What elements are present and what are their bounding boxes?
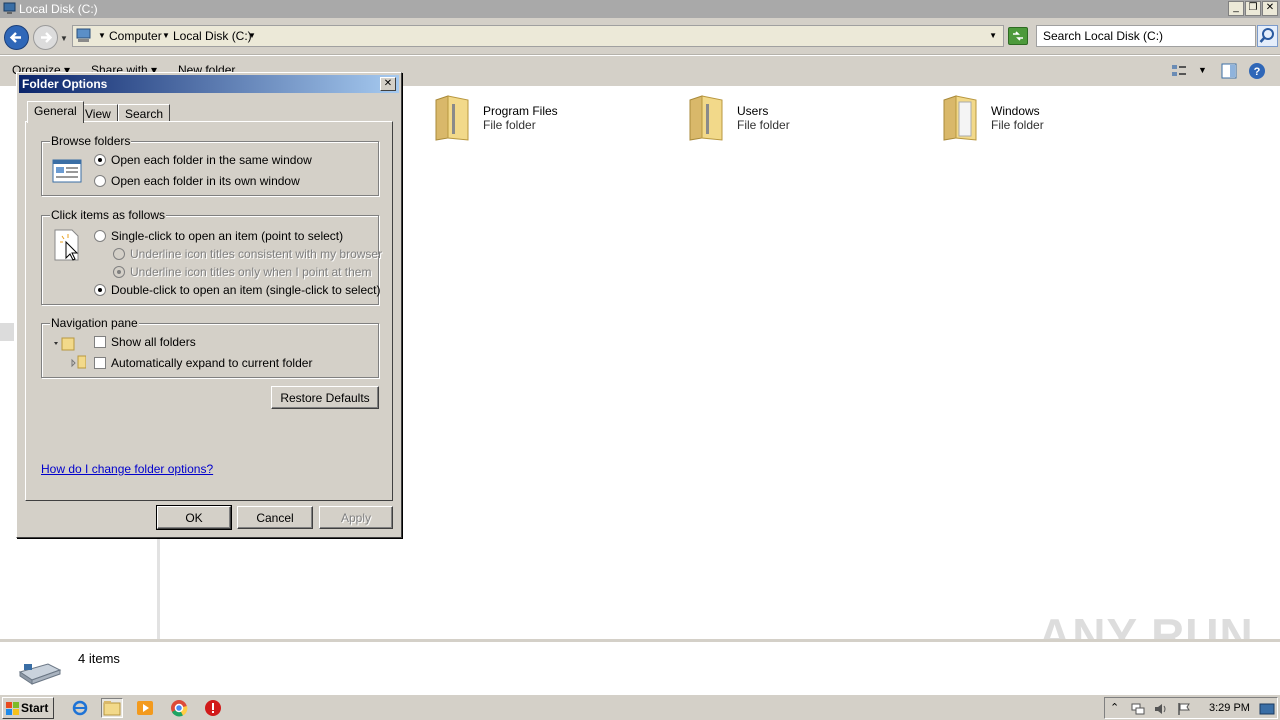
breadcrumb-computer[interactable]: Computer	[109, 29, 162, 43]
folder-icon	[103, 701, 121, 716]
browse-folders-group: Browse folders Open each folder in the s…	[41, 134, 379, 196]
show-hidden-icons-chevron-icon[interactable]: ⌃	[1110, 701, 1126, 717]
radio-button[interactable]	[94, 154, 106, 166]
chrome-taskbar-button[interactable]	[169, 698, 191, 718]
folder-icon	[435, 95, 469, 141]
dialog-title: Folder Options	[22, 77, 108, 91]
folder-icon	[943, 95, 977, 141]
stop-app-taskbar-button[interactable]	[203, 698, 225, 718]
folder-name: Users	[737, 104, 769, 118]
chevron-down-icon[interactable]: ▼	[162, 31, 170, 40]
radio-button[interactable]	[94, 175, 106, 187]
item-count: 4 items	[78, 651, 120, 666]
view-dropdown-chevron-icon[interactable]: ▼	[1198, 65, 1207, 75]
help-link[interactable]: How do I change folder options?	[41, 462, 213, 476]
address-history-chevron-icon[interactable]: ▼	[989, 31, 997, 40]
chevron-down-icon[interactable]: ▼	[248, 31, 256, 40]
internet-explorer-icon	[72, 700, 88, 716]
dialog-close-button[interactable]: ✕	[380, 77, 396, 91]
search-input[interactable]: Search Local Disk (C:)	[1036, 25, 1256, 47]
volume-icon[interactable]	[1153, 701, 1169, 717]
media-player-taskbar-button[interactable]	[135, 698, 157, 718]
clock[interactable]: 3:29 PM	[1209, 702, 1250, 714]
folder-item-windows[interactable]: Windows File folder	[942, 94, 1142, 146]
arrow-right-icon	[41, 32, 53, 43]
details-pane: 4 items	[0, 639, 1280, 693]
system-tray: ⌃ 3:29 PM	[1104, 697, 1278, 719]
tab-view[interactable]: View	[78, 104, 118, 122]
group-legend: Browse folders	[50, 134, 132, 148]
dialog-titlebar[interactable]: Folder Options ✕	[19, 75, 399, 93]
cancel-button[interactable]: Cancel	[237, 506, 313, 529]
folder-type: File folder	[991, 118, 1044, 132]
chrome-icon	[171, 700, 188, 717]
breadcrumb-local-disk[interactable]: Local Disk (C:)	[173, 29, 252, 43]
minimize-button[interactable]: _	[1228, 1, 1244, 16]
back-button[interactable]	[4, 25, 29, 50]
hard-drive-icon	[18, 663, 62, 685]
refresh-button[interactable]	[1008, 27, 1028, 45]
checkbox[interactable]	[94, 336, 106, 348]
radio-button	[113, 266, 125, 278]
restore-defaults-button[interactable]: Restore Defaults	[271, 386, 379, 409]
apply-button: Apply	[319, 506, 393, 529]
radio-button[interactable]	[94, 284, 106, 296]
search-icon	[1259, 28, 1274, 43]
explorer-titlebar: Local Disk (C:) _ ❐ ✕	[0, 0, 1280, 18]
group-legend: Navigation pane	[50, 316, 139, 330]
window-title: Local Disk (C:)	[19, 2, 98, 16]
explorer-taskbar-button[interactable]	[101, 698, 123, 718]
click-items-group: Click items as follows Single-click to o…	[41, 208, 382, 305]
help-icon[interactable]: ?	[1248, 62, 1266, 80]
computer-icon	[3, 2, 16, 14]
svg-text:?: ?	[1254, 66, 1261, 78]
folder-item-users[interactable]: Users File folder	[688, 94, 888, 146]
address-bar: ▼ ▼ Computer ▼ Local Disk (C:) ▼ ▼ Searc…	[0, 18, 1280, 55]
action-center-flag-icon[interactable]	[1176, 701, 1192, 717]
view-options-icon[interactable]	[1170, 62, 1188, 80]
radio-button	[113, 248, 125, 260]
arrow-left-icon	[9, 32, 21, 43]
radio-button[interactable]	[94, 230, 106, 242]
folder-type: File folder	[737, 118, 790, 132]
start-button[interactable]: Start	[2, 697, 54, 719]
show-desktop-icon[interactable]	[1259, 701, 1275, 717]
close-button[interactable]: ✕	[1262, 1, 1278, 16]
checkbox[interactable]	[94, 357, 106, 369]
tab-search[interactable]: Search	[118, 104, 171, 122]
folder-name: Windows	[991, 104, 1040, 118]
address-field[interactable]: ▼ Computer ▼ Local Disk (C:) ▼ ▼	[72, 25, 1004, 47]
nav-pane-stub	[0, 323, 14, 341]
windows-logo-icon	[6, 702, 19, 715]
tab-general[interactable]: General	[27, 101, 84, 123]
computer-icon	[76, 28, 91, 42]
maximize-button[interactable]: ❐	[1245, 1, 1261, 16]
network-icon[interactable]	[1130, 701, 1146, 717]
chevron-down-icon[interactable]: ▼	[98, 31, 106, 40]
preview-pane-icon[interactable]	[1220, 62, 1238, 80]
taskbar: Start ⌃ 3:29 PM	[0, 694, 1280, 720]
refresh-icon	[1013, 31, 1023, 41]
folder-type: File folder	[483, 118, 536, 132]
ok-button[interactable]: OK	[156, 505, 232, 530]
folder-name: Program Files	[483, 104, 558, 118]
click-pointer-icon	[54, 229, 79, 261]
window-preview-icon	[52, 159, 82, 183]
search-button[interactable]	[1257, 25, 1278, 47]
folder-options-dialog: Folder Options ✕ General View Search Bro…	[16, 72, 402, 538]
group-legend: Click items as follows	[50, 208, 167, 222]
forward-button[interactable]	[33, 25, 58, 50]
stop-icon	[205, 700, 221, 716]
internet-explorer-taskbar-button[interactable]	[70, 698, 92, 718]
media-player-icon	[137, 701, 153, 715]
navigation-tree-icon	[54, 337, 86, 369]
folder-icon	[689, 95, 723, 141]
general-tab-panel: Browse folders Open each folder in the s…	[25, 121, 393, 501]
navigation-pane-group: Navigation pane Show all folders Automat…	[41, 316, 379, 378]
folder-item-program-files[interactable]: Program Files File folder	[434, 94, 634, 146]
recent-pages-chevron-icon[interactable]: ▼	[60, 34, 68, 43]
